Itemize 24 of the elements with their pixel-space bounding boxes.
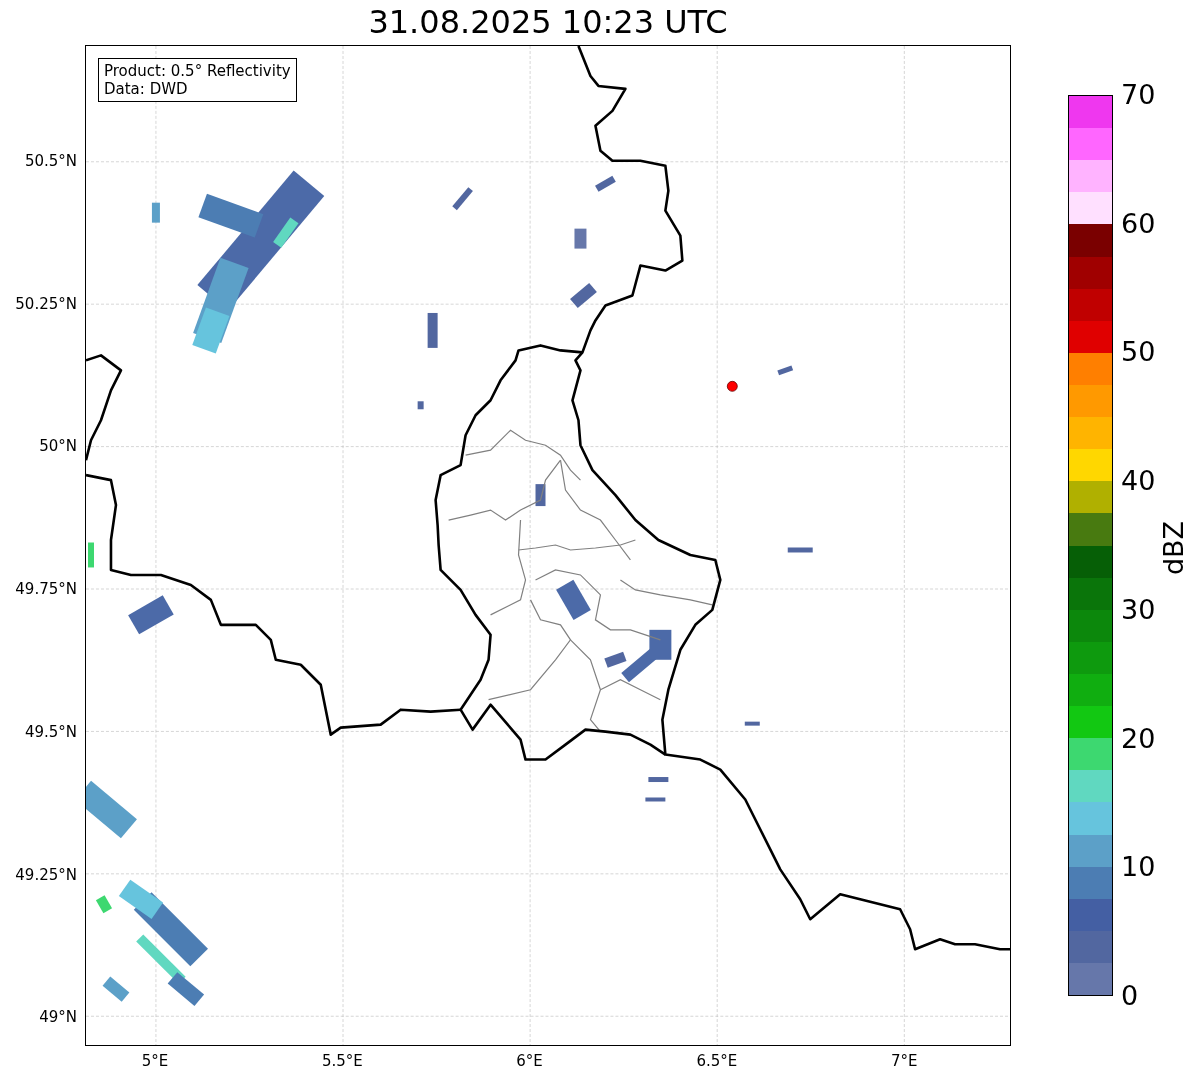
colorbar-tick-label: 40 <box>1121 466 1156 497</box>
colorbar-tick-label: 20 <box>1121 723 1156 754</box>
latitude-label: 49.25°N <box>15 865 77 884</box>
legend-text: Product: 0.5° Reflectivity <box>104 62 291 80</box>
longitude-label: 6.5°E <box>696 1052 738 1070</box>
longitude-label: 6°E <box>516 1052 543 1070</box>
colorbar-tick-label: 0 <box>1121 981 1139 1011</box>
latitude-label: 49.75°N <box>15 580 77 599</box>
latitude-label: 49.5°N <box>24 722 77 741</box>
colorbar-tick-label: 70 <box>1121 80 1156 110</box>
chart-title: 31.08.2025 10:23 UTC <box>367 2 729 43</box>
colorbar-tick-label: 30 <box>1121 594 1156 625</box>
latitude-label: 49°N <box>39 1008 77 1027</box>
latitude-label: 50°N <box>39 437 77 456</box>
longitude-label: 5.5°E <box>321 1052 363 1070</box>
longitude-label: 7°E <box>890 1052 918 1070</box>
latitude-label: 50.25°N <box>15 294 77 313</box>
colorbar-tick-label: 50 <box>1121 337 1156 368</box>
colorbar-tick-label: 60 <box>1121 208 1156 239</box>
latitude-label: 50.5°N <box>24 152 77 170</box>
colorbar-label: dBZ <box>1157 520 1189 576</box>
colorbar-tick-label: 10 <box>1121 852 1156 883</box>
longitude-label: 5°E <box>141 1052 169 1070</box>
legend-text: Data: DWD <box>104 80 189 98</box>
